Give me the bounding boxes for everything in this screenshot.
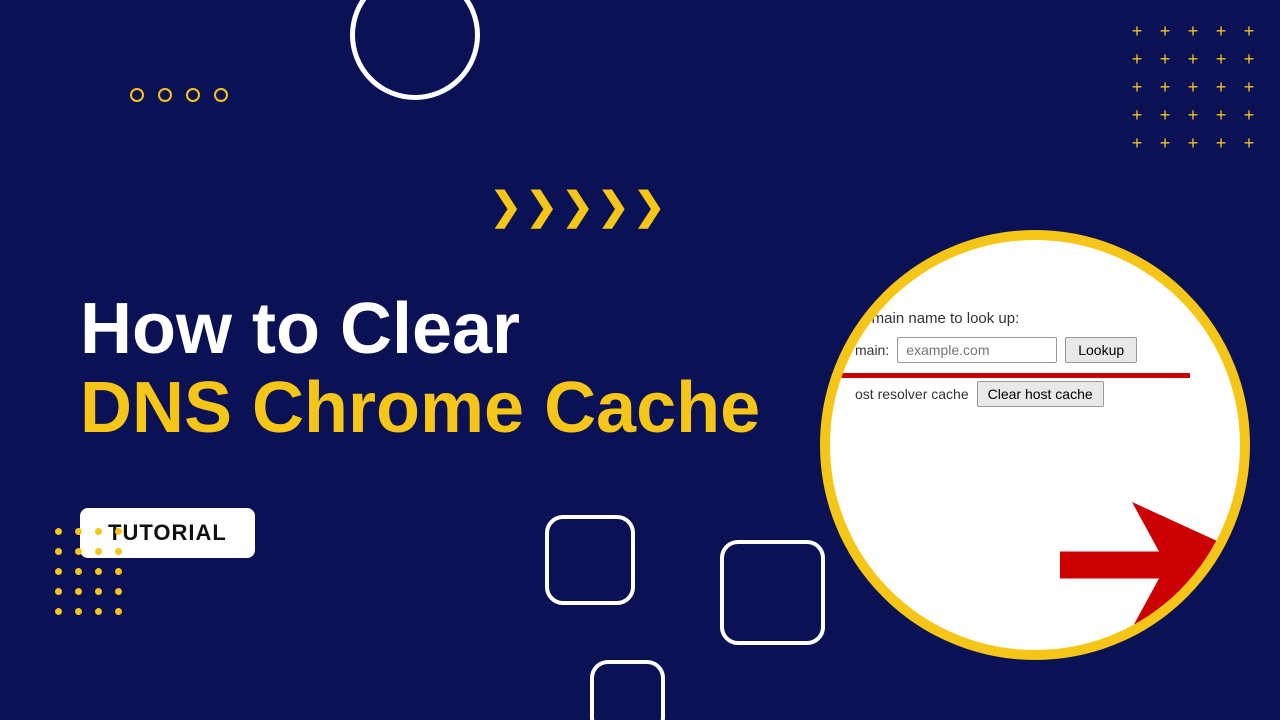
- dot-1: [130, 88, 144, 102]
- plus-grid-decoration: + + + + + + + + + + + + + + + + + + + + …: [1126, 20, 1260, 154]
- dots-row-decoration: [130, 88, 228, 102]
- red-arrow-icon: [1060, 500, 1240, 630]
- chevrons-decoration: ❯ ❯ ❯ ❯ ❯: [490, 188, 665, 226]
- dots-grid-decoration: [55, 528, 127, 620]
- square-decoration-3: [590, 660, 665, 720]
- dns-cache-row: ost resolver cache Clear host cache: [855, 381, 1215, 407]
- title-area: How to Clear DNS Chrome Cache: [80, 290, 760, 448]
- lookup-button[interactable]: Lookup: [1065, 337, 1137, 363]
- square-decoration-1: [545, 515, 635, 605]
- resolver-cache-label: ost resolver cache: [855, 386, 969, 402]
- dot-4: [214, 88, 228, 102]
- title-line2: DNS Chrome Cache: [80, 369, 760, 448]
- dot-2: [158, 88, 172, 102]
- dns-input-prefix: main:: [855, 342, 889, 358]
- dns-domain-label: domain name to look up:: [855, 310, 1215, 327]
- top-circle-decoration: [350, 0, 480, 100]
- dns-input-row: main: Lookup: [855, 337, 1215, 363]
- clear-host-cache-button[interactable]: Clear host cache: [977, 381, 1104, 407]
- square-decoration-2: [720, 540, 825, 645]
- title-line1: How to Clear: [80, 290, 760, 369]
- dns-lookup-input[interactable]: [897, 337, 1057, 363]
- chrome-dns-ui: domain name to look up: main: Lookup ost…: [830, 290, 1240, 427]
- screenshot-circle: domain name to look up: main: Lookup ost…: [820, 230, 1250, 660]
- background: + + + + + + + + + + + + + + + + + + + + …: [0, 0, 1280, 720]
- dot-3: [186, 88, 200, 102]
